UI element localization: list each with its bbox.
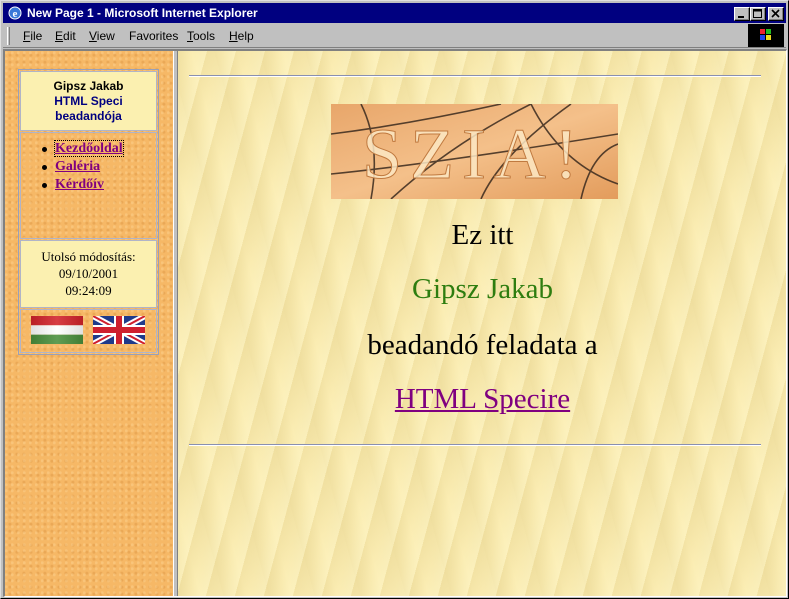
- intro-text: Ez itt: [451, 219, 514, 251]
- site-course: HTML Speci: [54, 94, 123, 108]
- nav-list: Kezdőoldal Galéria Kérdőív: [21, 140, 156, 194]
- page-viewport: Gipsz Jakab HTML Speci beadandója Kezdőo…: [3, 49, 787, 597]
- toolbar-grip[interactable]: [7, 27, 10, 45]
- menu-file[interactable]: File: [23, 29, 42, 43]
- course-link[interactable]: HTML Specire: [395, 383, 570, 415]
- banner-text: SZIA!: [362, 114, 586, 194]
- minimize-button[interactable]: [734, 7, 750, 21]
- last-modified-date: 09/10/2001: [58, 266, 119, 281]
- maximize-icon: [753, 9, 762, 18]
- last-modified-time: 09:24:09: [65, 283, 112, 298]
- minimize-icon: [738, 16, 744, 18]
- nav-links-cell: Kezdőoldal Galéria Kérdőív: [20, 132, 157, 239]
- assignment-text: beadandó feladata a: [367, 329, 598, 361]
- horizontal-rule: [189, 444, 761, 446]
- menu-favorites[interactable]: Favorites: [129, 29, 178, 43]
- author-name: Gipsz Jakab: [412, 273, 553, 305]
- left-frame: Gipsz Jakab HTML Speci beadandója Kezdőo…: [5, 51, 173, 596]
- course-link-line: HTML Specire: [178, 383, 786, 416]
- hungarian-flag-icon[interactable]: [31, 316, 83, 344]
- site-title-cell: Gipsz Jakab HTML Speci beadandója: [20, 71, 157, 131]
- menu-edit[interactable]: Edit: [55, 29, 76, 43]
- uk-flag-icon[interactable]: [93, 316, 145, 344]
- windows-logo-icon: [748, 24, 784, 47]
- szia-banner-image: SZIA!: [331, 104, 618, 199]
- navigation-table: Gipsz Jakab HTML Speci beadandója Kezdőo…: [18, 69, 159, 355]
- window-title: New Page 1 - Microsoft Internet Explorer: [27, 6, 258, 20]
- nav-item: Galéria: [42, 158, 156, 176]
- language-flags-cell: [20, 309, 157, 353]
- close-icon: [771, 9, 780, 18]
- site-assignment: beadandója: [55, 109, 122, 123]
- svg-text:e: e: [13, 8, 18, 20]
- nav-link-questionnaire[interactable]: Kérdőív: [55, 177, 104, 192]
- site-author: Gipsz Jakab: [53, 79, 124, 93]
- nav-item: Kezdőoldal: [42, 140, 156, 158]
- title-bar[interactable]: e New Page 1 - Microsoft Internet Explor…: [3, 3, 786, 23]
- main-frame: SZIA! Ez itt Gipsz Jakab beadandó felada…: [178, 51, 786, 596]
- horizontal-rule: [189, 75, 761, 77]
- menu-bar: File Edit View Favorites Tools Help: [3, 24, 786, 48]
- nav-item: Kérdőív: [42, 176, 156, 194]
- nav-link-home[interactable]: Kezdőoldal: [54, 140, 124, 157]
- maximize-button[interactable]: [750, 7, 766, 21]
- nav-link-gallery[interactable]: Galéria: [55, 159, 100, 174]
- menu-tools[interactable]: Tools: [187, 29, 215, 43]
- browser-window: e New Page 1 - Microsoft Internet Explor…: [0, 0, 789, 599]
- internet-explorer-icon: e: [8, 6, 22, 20]
- menu-view[interactable]: View: [89, 29, 115, 43]
- menu-help[interactable]: Help: [229, 29, 254, 43]
- last-modified-label: Utolsó módosítás:: [41, 249, 136, 264]
- close-button[interactable]: [768, 7, 784, 21]
- last-modified-cell: Utolsó módosítás: 09/10/2001 09:24:09: [20, 240, 157, 308]
